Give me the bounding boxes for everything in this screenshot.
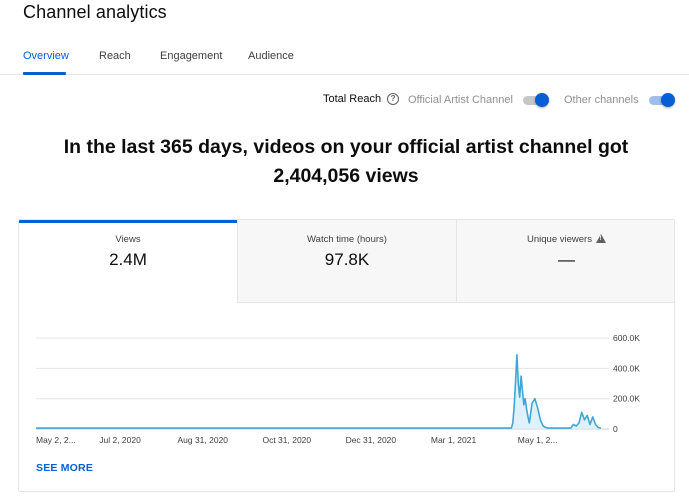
- metric-tab-unique-viewers[interactable]: Unique viewers —: [456, 220, 674, 303]
- metric-label-text: Unique viewers: [527, 234, 592, 245]
- x-tick-label: May 1, 2...: [518, 435, 558, 445]
- help-icon[interactable]: ?: [387, 93, 400, 105]
- headline-views-total: 2,404,056 views: [273, 165, 419, 187]
- x-tick-label: Oct 31, 2020: [262, 435, 311, 445]
- other-channels-toggle-group: Other channels: [564, 93, 675, 107]
- x-tick-label: Dec 31, 2020: [346, 435, 397, 445]
- metric-tab-views[interactable]: Views 2.4M: [19, 220, 237, 303]
- selected-metric-indicator: [19, 220, 237, 223]
- active-tab-indicator: [23, 72, 66, 75]
- tab-overview[interactable]: Overview: [23, 50, 69, 62]
- switch-knob: [534, 93, 549, 107]
- official-artist-channel-switch[interactable]: [521, 93, 549, 107]
- warning-icon: [595, 234, 606, 243]
- x-axis-ticks: May 2, 2... Jul 2, 2020 Aug 31, 2020 Oct 31…: [36, 435, 557, 445]
- metric-label: Unique viewers: [457, 234, 674, 245]
- total-reach-group: Total Reach ?: [323, 93, 400, 105]
- tab-engagement[interactable]: Engagement: [160, 50, 222, 62]
- y-tick-label: 600.0K: [613, 333, 640, 343]
- metric-tab-watch-time[interactable]: Watch time (hours) 97.8K: [237, 220, 456, 303]
- metrics-card: Views 2.4M Watch time (hours) 97.8K Uniq…: [18, 219, 675, 492]
- tab-reach[interactable]: Reach: [99, 50, 131, 62]
- tab-audience[interactable]: Audience: [248, 50, 294, 62]
- metric-value: —: [558, 250, 575, 269]
- x-tick-label: Aug 31, 2020: [177, 435, 228, 445]
- metric-value: 97.8K: [324, 250, 370, 269]
- other-channels-label: Other channels: [564, 94, 639, 106]
- x-tick-label: Mar 1, 2021: [431, 435, 477, 445]
- total-reach-label: Total Reach: [323, 93, 382, 105]
- switch-knob: [660, 93, 675, 107]
- page-title: Channel analytics: [23, 2, 167, 22]
- channel-toggles: Total Reach ? Official Artist Channel Ot…: [0, 93, 689, 109]
- tab-bar: Overview Reach Engagement Audience: [0, 44, 689, 75]
- views-chart: 600.0K 400.0K 200.0K 0 May 2, 2... Jul 2, 20…: [36, 333, 640, 445]
- see-more-link[interactable]: SEE MORE: [36, 462, 93, 474]
- official-artist-channel-label: Official Artist Channel: [408, 94, 513, 106]
- official-artist-toggle-group: Official Artist Channel: [408, 93, 549, 107]
- y-axis-ticks: 600.0K 400.0K 200.0K 0: [613, 333, 640, 434]
- other-channels-switch[interactable]: [647, 93, 675, 107]
- metric-label: Views: [115, 234, 141, 245]
- metric-label: Watch time (hours): [307, 234, 387, 245]
- headline: In the last 365 days, videos on your off…: [0, 133, 689, 191]
- y-tick-label: 200.0K: [613, 394, 640, 404]
- metric-value: 2.4M: [109, 250, 147, 269]
- y-tick-label: 0: [613, 424, 618, 434]
- y-tick-label: 400.0K: [613, 363, 640, 373]
- x-tick-label: May 2, 2...: [36, 435, 76, 445]
- headline-line-1: In the last 365 days, videos on your off…: [63, 136, 629, 158]
- x-tick-label: Jul 2, 2020: [99, 435, 141, 445]
